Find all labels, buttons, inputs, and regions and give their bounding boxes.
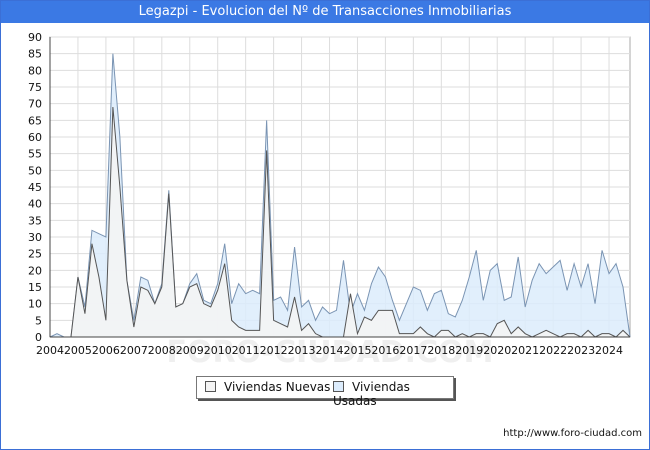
x-tick-label: 2014: [316, 344, 344, 357]
x-tick-label: 2011: [232, 344, 260, 357]
x-tick-label: 2019: [455, 344, 483, 357]
legend-item-usadas: Viviendas Usadas: [333, 380, 453, 408]
x-tick-label: 2015: [343, 344, 371, 357]
x-tick-label: 2012: [260, 344, 288, 357]
x-tick-label: 2005: [64, 344, 92, 357]
y-tick-label: 20: [28, 264, 42, 277]
y-tick-label: 65: [28, 114, 42, 127]
y-tick-label: 15: [28, 281, 42, 294]
x-tick-label: 2020: [483, 344, 511, 357]
y-tick-label: 75: [28, 81, 42, 94]
x-tick-label: 2009: [176, 344, 204, 357]
legend-item-nuevas: Viviendas Nuevas: [205, 380, 330, 394]
y-tick-label: 10: [28, 298, 42, 311]
x-tick-label: 2023: [567, 344, 595, 357]
legend-swatch-usadas: [333, 381, 344, 392]
y-tick-label: 60: [28, 131, 42, 144]
y-tick-label: 55: [28, 148, 42, 161]
x-tick-label: 2004: [36, 344, 64, 357]
y-tick-label: 30: [28, 231, 42, 244]
y-tick-label: 40: [28, 198, 42, 211]
legend-label-nuevas: Viviendas Nuevas: [224, 380, 331, 394]
y-tick-label: 0: [35, 331, 42, 344]
x-tick-label: 2010: [204, 344, 232, 357]
y-tick-label: 70: [28, 98, 42, 111]
y-tick-label: 25: [28, 248, 42, 261]
x-tick-label: 2024: [595, 344, 623, 357]
y-tick-label: 5: [35, 314, 42, 327]
x-tick-label: 2022: [539, 344, 567, 357]
x-tick-label: 2008: [148, 344, 176, 357]
x-tick-label: 2016: [371, 344, 399, 357]
y-tick-label: 85: [28, 48, 42, 61]
x-tick-label: 2013: [288, 344, 316, 357]
x-tick-label: 2006: [92, 344, 120, 357]
x-tick-label: 2017: [399, 344, 427, 357]
source-url: http://www.foro-ciudad.com: [503, 428, 642, 439]
y-tick-label: 90: [28, 31, 42, 44]
legend-swatch-nuevas: [205, 381, 216, 392]
x-tick-label: 2018: [427, 344, 455, 357]
x-tick-label: 2007: [120, 344, 148, 357]
chart-legend: Viviendas Nuevas Viviendas Usadas: [196, 376, 454, 408]
x-tick-label: 2021: [511, 344, 539, 357]
y-tick-label: 50: [28, 164, 42, 177]
y-tick-label: 80: [28, 64, 42, 77]
y-tick-label: 35: [28, 214, 42, 227]
y-tick-label: 45: [28, 181, 42, 194]
